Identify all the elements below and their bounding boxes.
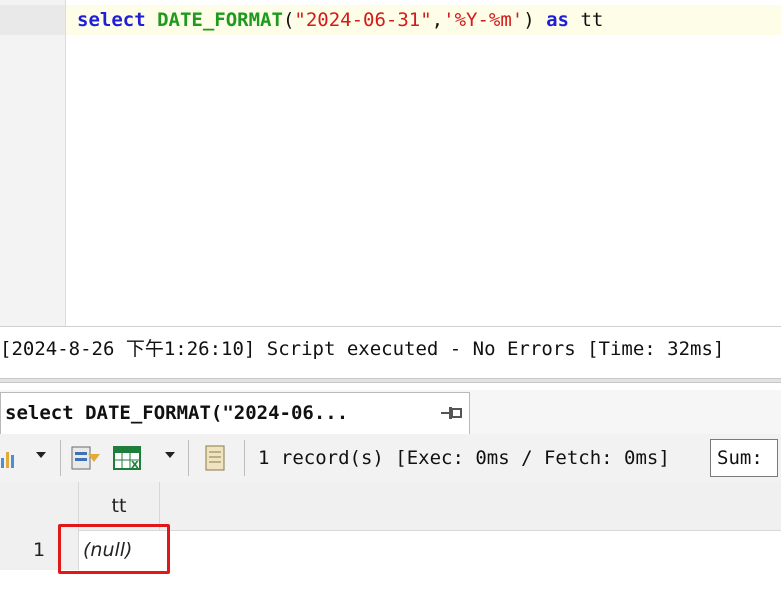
function-name: DATE_FORMAT (157, 9, 283, 31)
toolbar-separator (188, 440, 189, 476)
toolbar-separator (244, 440, 245, 476)
svg-text:X: X (131, 460, 139, 471)
open-paren: ( (282, 9, 295, 31)
excel-export-icon[interactable]: X (112, 444, 144, 472)
toolbar-separator (60, 440, 61, 476)
sum-field[interactable]: Sum: (710, 439, 778, 477)
result-toolbar: X 1 record(s) [Exec: 0ms / Fetch: 0ms] S… (0, 434, 781, 483)
string-arg-format: '%Y-%m' (443, 9, 524, 31)
pin-icon[interactable] (439, 403, 463, 423)
highlight-annotation (58, 524, 170, 574)
keyword-select: select (77, 9, 146, 31)
close-paren: ) (523, 9, 535, 31)
column-header-tt[interactable]: tt (79, 482, 160, 530)
alias-name: tt (580, 9, 604, 31)
execution-message: [2024-8-26 下午1:26:10] Script executed - … (0, 326, 781, 371)
current-line-gutter (0, 5, 65, 35)
rownum-header[interactable] (0, 482, 79, 530)
code-line-1[interactable]: select DATE_FORMAT("2024-06-31",'%Y-%m')… (66, 5, 781, 35)
tab-result-1[interactable]: select DATE_FORMAT("2024-06... (0, 392, 470, 434)
script-icon[interactable] (200, 444, 230, 472)
line-number-gutter (0, 0, 66, 326)
tab-result-label: select DATE_FORMAT("2024-06... (5, 402, 349, 424)
record-status: 1 record(s) [Exec: 0ms / Fetch: 0ms] (258, 447, 670, 469)
sql-editor[interactable]: select DATE_FORMAT("2024-06-31",'%Y-%m')… (0, 0, 781, 326)
chevron-down-icon[interactable] (165, 452, 175, 458)
keyword-as: as (546, 9, 569, 31)
export-icon[interactable] (70, 444, 102, 472)
chevron-down-icon[interactable] (36, 452, 46, 458)
pane-splitter[interactable] (0, 378, 781, 383)
string-arg-date: "2024-06-31" (294, 9, 432, 31)
chart-icon[interactable] (0, 444, 18, 472)
comma: , (431, 9, 444, 31)
result-tabstrip: select DATE_FORMAT("2024-06... (0, 390, 781, 435)
